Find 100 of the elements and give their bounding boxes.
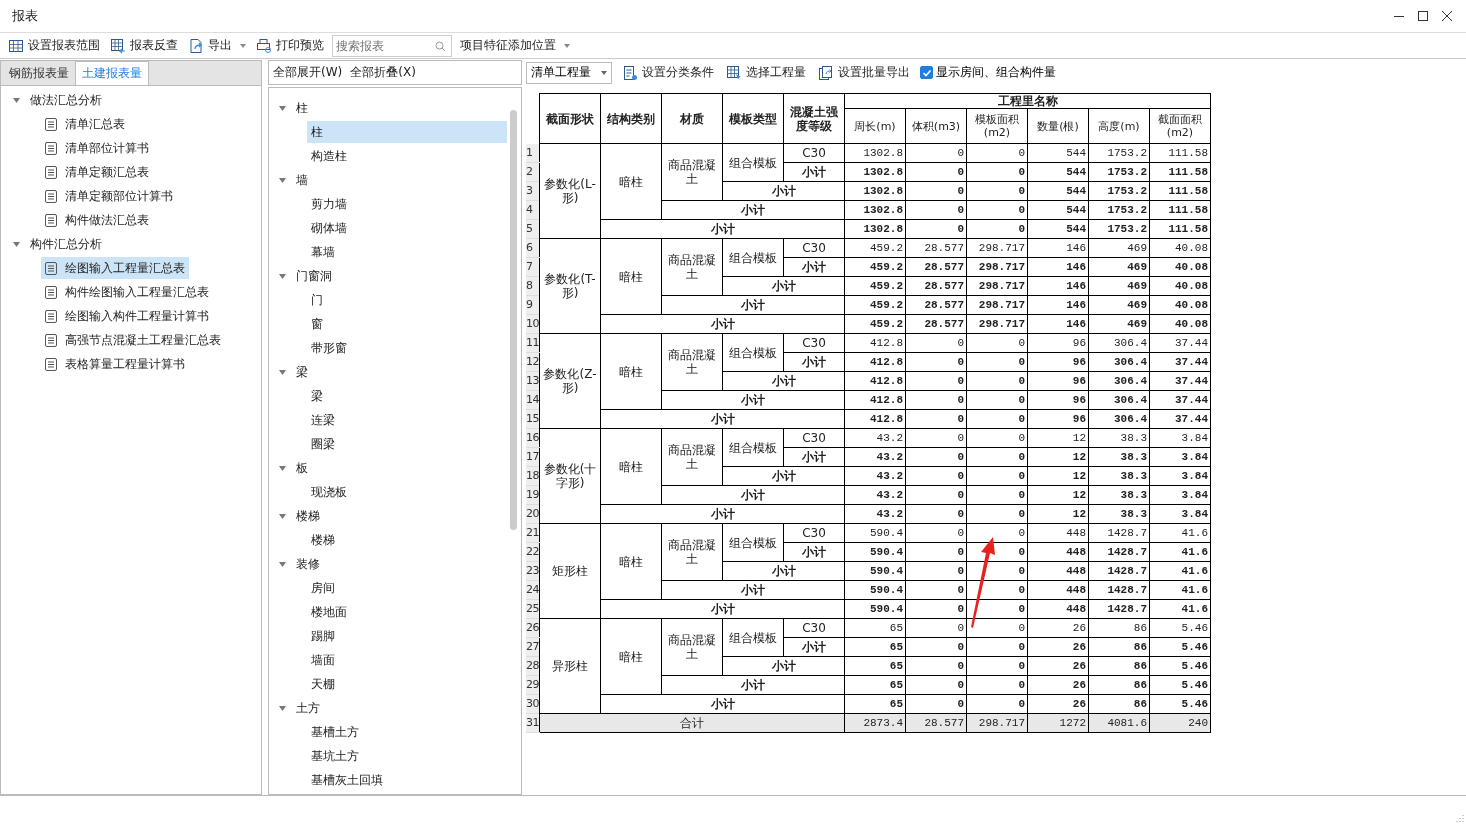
scrollbar[interactable] <box>510 110 517 530</box>
maximize-icon[interactable] <box>1418 11 1428 21</box>
toolbar-button[interactable]: 全部折叠(X) <box>348 62 418 83</box>
table-cell: 26 <box>1027 618 1089 638</box>
tree-item[interactable]: 幕墙 <box>307 241 507 263</box>
close-icon[interactable] <box>1442 11 1452 21</box>
table-cell: 40.08 <box>1149 238 1211 258</box>
caret-icon[interactable] <box>13 241 20 247</box>
tree-item[interactable]: 构造柱 <box>307 145 507 167</box>
table-cell: 459.2 <box>844 238 906 258</box>
tree-item[interactable]: 清单定额汇总表 <box>41 161 153 183</box>
toolbar-button[interactable]: 全部展开(W) <box>271 62 345 83</box>
checkbox[interactable]: 显示房间、组合构件量 <box>920 64 1056 81</box>
caret-icon[interactable] <box>279 705 286 711</box>
row-number: 1 <box>526 143 540 163</box>
tab[interactable]: 土建报表量 <box>75 61 149 85</box>
tree-item[interactable]: 连梁 <box>307 409 507 431</box>
caret-icon[interactable] <box>279 105 286 111</box>
tree-item[interactable]: 现浇板 <box>307 481 507 503</box>
caret-icon[interactable] <box>13 97 20 103</box>
tree-item[interactable]: 绘图输入工程量汇总表 <box>41 257 189 279</box>
tree-item[interactable]: 清单汇总表 <box>41 113 129 135</box>
tree-item[interactable]: 天棚 <box>307 673 507 695</box>
tree-item[interactable]: 墙 <box>292 169 312 191</box>
table-cell: 商品混凝土 <box>661 238 723 296</box>
table-cell: 组合模板 <box>722 428 784 467</box>
table-cell: 0 <box>905 694 967 714</box>
tree-item[interactable]: 带形窗 <box>307 337 507 359</box>
tree-item[interactable]: 梁 <box>292 361 312 383</box>
tree-item[interactable]: 窗 <box>307 313 507 335</box>
tree-item[interactable]: 清单定额部位计算书 <box>41 185 177 207</box>
column-header: 截面面积(m2) <box>1149 108 1211 144</box>
caret-icon[interactable] <box>279 561 286 567</box>
tree-item[interactable]: 土方 <box>292 697 324 719</box>
table-cell: 412.8 <box>844 390 906 410</box>
dropdown[interactable]: 项目特征添加位置 <box>458 35 572 56</box>
toolbar-button[interactable]: 选择工程量 <box>724 62 808 83</box>
toolbar-button[interactable]: 报表反查 <box>108 35 180 56</box>
tree-item[interactable]: 基坑土方 <box>307 745 507 767</box>
table-cell: 65 <box>844 675 906 695</box>
tree-item[interactable]: 做法汇总分析 <box>26 89 106 111</box>
column-header: 数量(根) <box>1027 108 1089 144</box>
tree-item[interactable]: 构件绘图输入工程量汇总表 <box>41 281 213 303</box>
caret-icon[interactable] <box>279 513 286 519</box>
caret-icon[interactable] <box>279 369 286 375</box>
tree-item[interactable]: 墙面 <box>307 649 507 671</box>
tree-item[interactable]: 基槽灰土回填 <box>307 769 507 791</box>
table-cell: 0 <box>966 656 1028 676</box>
caret-icon[interactable] <box>279 273 286 279</box>
tree-item[interactable]: 基槽土方 <box>307 721 507 743</box>
tree-item[interactable]: 砌体墙 <box>307 217 507 239</box>
caret-icon[interactable] <box>279 465 286 471</box>
table-cell: 暗柱 <box>600 238 662 315</box>
tree-item[interactable]: 楼梯 <box>292 505 324 527</box>
tree-item[interactable]: 清单部位计算书 <box>41 137 153 159</box>
tree-item[interactable]: 房间 <box>307 577 507 599</box>
export-icon <box>188 37 204 54</box>
caret-icon[interactable] <box>279 177 286 183</box>
table-cell: 146 <box>1027 295 1089 315</box>
table-cell: 小计 <box>783 637 845 657</box>
tree-item[interactable]: 绘图输入构件工程量计算书 <box>41 305 213 327</box>
table-cell: 0 <box>966 675 1028 695</box>
tree-item[interactable]: 剪力墙 <box>307 193 507 215</box>
table-cell: 43.2 <box>844 466 906 486</box>
tree-item[interactable]: 门 <box>307 289 507 311</box>
tree-item[interactable]: 踢脚 <box>307 625 507 647</box>
toolbar-button[interactable]: 打印预览 <box>254 35 326 56</box>
table-cell: 0 <box>905 200 967 220</box>
tree-item[interactable]: 柱 <box>307 121 507 143</box>
table-cell: 0 <box>966 200 1028 220</box>
tree-item[interactable]: 梁 <box>307 385 507 407</box>
grid-icon <box>8 37 24 54</box>
checkbox-box[interactable] <box>920 66 933 79</box>
table-cell: 暗柱 <box>600 333 662 410</box>
table-cell: 111.58 <box>1149 143 1211 163</box>
tree-item[interactable]: 表格算量工程量计算书 <box>41 353 189 375</box>
search-field[interactable]: 搜索报表 <box>332 34 452 57</box>
tree-item[interactable]: 柱 <box>292 97 312 119</box>
toolbar-button[interactable]: 设置批量导出 <box>816 62 912 83</box>
table-cell: 306.4 <box>1088 390 1150 410</box>
table-cell: 306.4 <box>1088 352 1150 372</box>
toolbar-button[interactable]: 设置分类条件 <box>620 62 716 83</box>
tree-item[interactable]: 构件做法汇总表 <box>41 209 153 231</box>
table-cell: 0 <box>905 428 967 448</box>
caret-icon <box>240 43 246 48</box>
tree-item[interactable]: 构件汇总分析 <box>26 233 106 255</box>
table-cell: 459.2 <box>844 276 906 296</box>
dropdown[interactable]: 清单工程量 <box>526 61 612 84</box>
tree-item[interactable]: 楼梯 <box>307 529 507 551</box>
toolbar-button[interactable]: 导出 <box>186 35 248 56</box>
tree-item[interactable]: 高强节点混凝土工程量汇总表 <box>41 329 225 351</box>
tree-item[interactable]: 楼地面 <box>307 601 507 623</box>
table-cell: 37.44 <box>1149 409 1211 429</box>
resize-grip-icon[interactable] <box>1455 813 1464 822</box>
tree-item[interactable]: 板 <box>292 457 312 479</box>
tree-item[interactable]: 装修 <box>292 553 324 575</box>
tree-item[interactable]: 门窗洞 <box>292 265 336 287</box>
tree-item[interactable]: 圈梁 <box>307 433 507 455</box>
toolbar-button[interactable]: 设置报表范围 <box>6 35 102 56</box>
table-cell: C30 <box>783 333 845 353</box>
